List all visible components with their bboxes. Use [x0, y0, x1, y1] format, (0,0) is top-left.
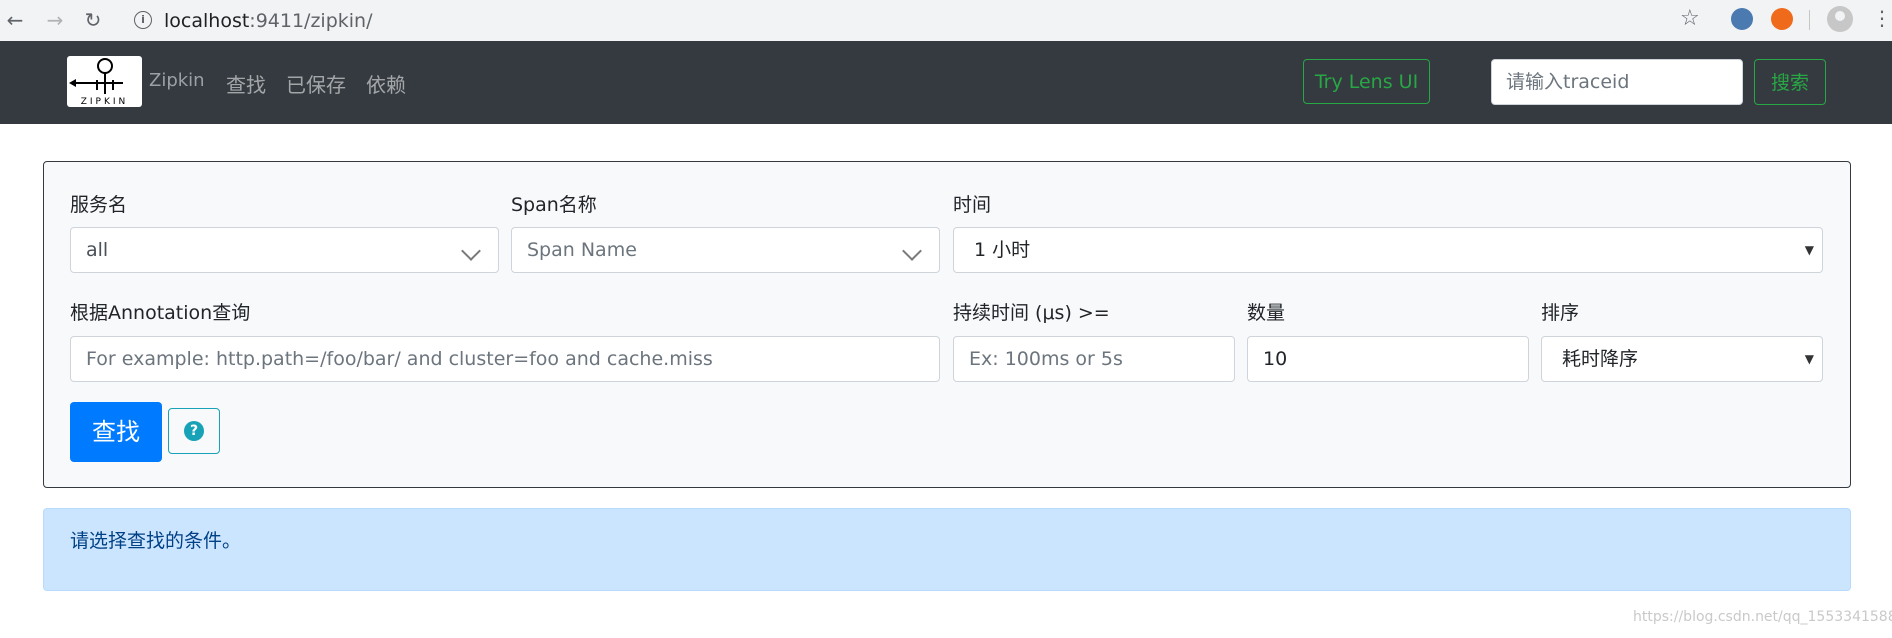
url-text[interactable]: localhost:9411/zipkin/ — [164, 10, 373, 32]
time-label: 时间 — [953, 194, 992, 216]
watermark: https://blog.csdn.net/qq_15533415886 — [1633, 609, 1892, 625]
duration-label: 持续时间 (μs) >= — [953, 302, 1110, 324]
chevron-down-icon — [461, 241, 481, 261]
try-lens-ui-button[interactable]: Try Lens UI — [1303, 59, 1430, 104]
sort-select[interactable]: 耗时降序 ▼ — [1541, 336, 1823, 382]
count-label: 数量 — [1247, 302, 1286, 324]
annotation-label: 根据Annotation查询 — [70, 302, 251, 324]
question-circle-icon: ? — [184, 421, 204, 441]
dropdown-caret-icon: ▼ — [1804, 243, 1814, 257]
toolbar-divider — [1809, 10, 1810, 30]
service-value: all — [86, 239, 109, 261]
zipkin-logo-icon: ZIPKIN — [69, 58, 129, 107]
help-button[interactable]: ? — [168, 408, 220, 454]
time-select[interactable]: 1 小时 ▼ — [953, 227, 1823, 273]
duration-input[interactable]: Ex: 100ms or 5s — [953, 336, 1235, 382]
sort-value: 耗时降序 — [1562, 348, 1639, 370]
search-form: 服务名 all Span名称 Span Name 时间 1 小时 ▼ 根据Ann… — [43, 161, 1851, 488]
search-button[interactable]: 搜索 — [1754, 59, 1826, 105]
span-name-placeholder: Span Name — [527, 239, 637, 261]
count-input[interactable]: 10 — [1247, 336, 1529, 382]
count-value: 10 — [1263, 348, 1288, 370]
nav-link-saved[interactable]: 已保存 — [286, 69, 346, 98]
app-navbar: ZIPKIN Zipkin 查找 已保存 依赖 Try Lens UI 搜索 — [0, 41, 1892, 124]
time-value: 1 小时 — [974, 239, 1031, 261]
service-label: 服务名 — [70, 194, 128, 216]
address-bar[interactable]: i localhost:9411/zipkin/ — [124, 4, 1714, 37]
site-info-icon[interactable]: i — [134, 11, 152, 29]
dropdown-caret-icon: ▼ — [1804, 352, 1814, 366]
info-alert: 请选择查找的条件。 — [43, 508, 1851, 591]
annotation-query-input[interactable]: For example: http.path=/foo/bar/ and clu… — [70, 336, 940, 382]
traceid-input[interactable] — [1491, 59, 1743, 105]
forward-icon[interactable]: → — [42, 7, 68, 33]
find-button[interactable]: 查找 — [70, 402, 162, 462]
svg-text:ZIPKIN: ZIPKIN — [81, 97, 129, 107]
profile-avatar-icon[interactable] — [1827, 6, 1853, 32]
nav-link-dependencies[interactable]: 依赖 — [366, 69, 406, 98]
span-name-label: Span名称 — [511, 194, 597, 216]
service-select[interactable]: all — [70, 227, 499, 273]
span-name-select[interactable]: Span Name — [511, 227, 940, 273]
browser-toolbar: ← → ↻ i localhost:9411/zipkin/ ☆ ⋮ — [0, 0, 1892, 42]
duration-placeholder: Ex: 100ms or 5s — [969, 348, 1123, 370]
alert-message: 请选择查找的条件。 — [70, 530, 242, 552]
annotation-placeholder: For example: http.path=/foo/bar/ and clu… — [86, 348, 713, 370]
menu-kebab-icon[interactable]: ⋮ — [1872, 6, 1892, 30]
back-icon[interactable]: ← — [2, 7, 28, 33]
zipkin-logo[interactable]: ZIPKIN — [67, 56, 142, 107]
reload-icon[interactable]: ↻ — [80, 7, 106, 33]
extension-icon[interactable] — [1771, 8, 1793, 30]
sort-label: 排序 — [1541, 302, 1580, 324]
extension-icon[interactable] — [1731, 8, 1753, 30]
nav-link-find[interactable]: 查找 — [226, 69, 266, 98]
brand-name[interactable]: Zipkin — [149, 70, 205, 91]
bookmark-star-icon[interactable]: ☆ — [1680, 6, 1700, 31]
chevron-down-icon — [902, 241, 922, 261]
